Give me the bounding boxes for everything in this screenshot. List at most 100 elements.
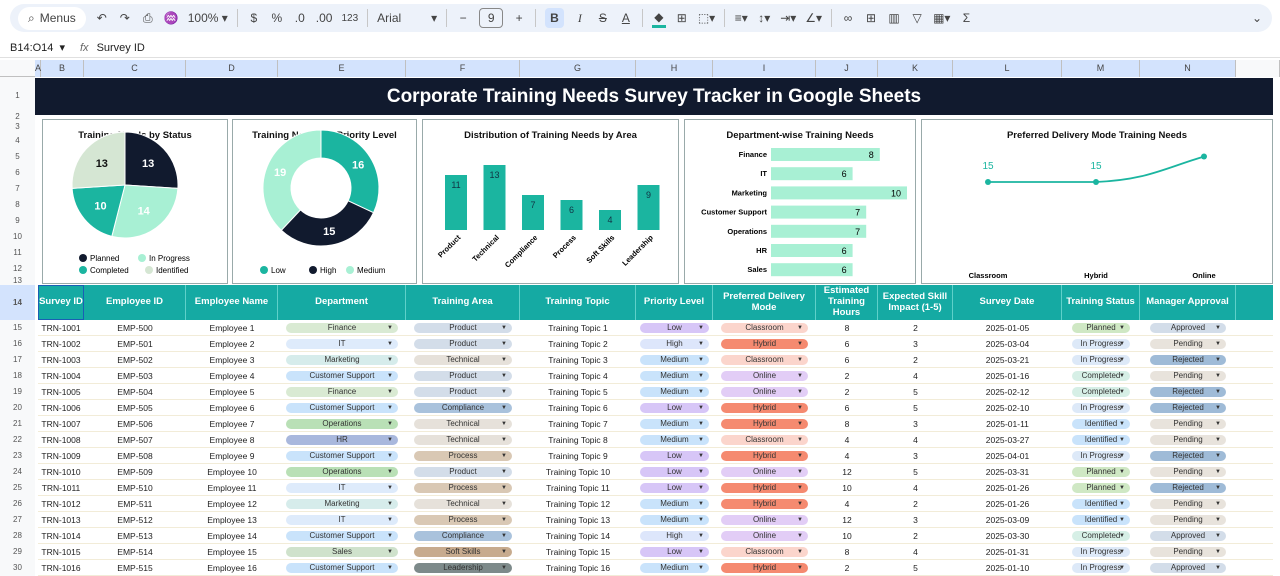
column-heading[interactable]: Employee Name xyxy=(186,285,278,320)
column-header-D[interactable]: D xyxy=(186,60,278,77)
column-heading[interactable]: Department xyxy=(278,285,406,320)
column-header-E[interactable]: E xyxy=(278,60,406,77)
table-cell[interactable]: 2 xyxy=(878,352,953,368)
table-cell[interactable]: EMP-509 xyxy=(84,464,186,480)
table-cell[interactable]: TRN-1012 xyxy=(38,496,84,512)
column-header-F[interactable]: F xyxy=(406,60,520,77)
table-cell[interactable]: EMP-506 xyxy=(84,416,186,432)
table-cell[interactable]: Employee 3 xyxy=(186,352,278,368)
dropdown-chip[interactable]: Marketing ▼ xyxy=(286,355,398,365)
horizontal-align-icon[interactable]: ≡▾ xyxy=(734,8,748,28)
dropdown-chip[interactable]: In Progress ▼ xyxy=(1072,339,1130,349)
table-cell[interactable]: TRN-1003 xyxy=(38,352,84,368)
dropdown-chip[interactable]: Online ▼ xyxy=(721,371,808,381)
filter-icon[interactable]: ▽ xyxy=(910,8,924,28)
column-heading[interactable]: Training Status xyxy=(1062,285,1140,320)
dropdown-chip[interactable]: Planned ▼ xyxy=(1072,467,1130,477)
row-header-15[interactable]: 15 xyxy=(0,320,35,336)
table-cell[interactable]: Training Topic 8 xyxy=(520,432,636,448)
fill-color-icon[interactable]: ◆ xyxy=(651,8,666,28)
chart-icon[interactable]: ▥ xyxy=(887,8,901,28)
table-cell[interactable]: EMP-507 xyxy=(84,432,186,448)
table-cell[interactable]: Employee 15 xyxy=(186,544,278,560)
table-cell[interactable]: EMP-502 xyxy=(84,352,186,368)
table-cell[interactable]: EMP-501 xyxy=(84,336,186,352)
dropdown-chip[interactable]: Technical ▼ xyxy=(414,435,512,445)
undo-icon[interactable]: ↶ xyxy=(95,8,109,28)
dropdown-chip[interactable]: Low ▼ xyxy=(640,323,709,333)
chart-department[interactable]: Department-wise Training Needs 8 Finance 6 I… xyxy=(684,119,916,284)
dropdown-chip[interactable]: High ▼ xyxy=(640,339,709,349)
table-cell[interactable]: Employee 6 xyxy=(186,400,278,416)
dropdown-chip[interactable]: Pending ▼ xyxy=(1150,419,1226,429)
paint-format-icon[interactable]: ♒ xyxy=(164,8,179,28)
table-cell[interactable]: 5 xyxy=(878,384,953,400)
column-header-H[interactable]: H xyxy=(636,60,713,77)
table-cell[interactable]: 2025-01-10 xyxy=(953,560,1062,576)
dropdown-chip[interactable]: Classroom ▼ xyxy=(721,355,808,365)
dropdown-chip[interactable]: Completed ▼ xyxy=(1072,387,1130,397)
italic-button[interactable]: I xyxy=(573,8,587,28)
table-cell[interactable]: Employee 12 xyxy=(186,496,278,512)
dropdown-chip[interactable]: Customer Support ▼ xyxy=(286,451,398,461)
column-header-I[interactable]: I xyxy=(713,60,816,77)
table-cell[interactable]: 2025-03-09 xyxy=(953,512,1062,528)
dropdown-chip[interactable]: Product ▼ xyxy=(414,387,512,397)
dropdown-chip[interactable]: Identified ▼ xyxy=(1072,499,1130,509)
bar[interactable] xyxy=(771,263,853,277)
dropdown-chip[interactable]: Rejected ▼ xyxy=(1150,483,1226,493)
dropdown-chip[interactable]: Pending ▼ xyxy=(1150,339,1226,349)
column-heading[interactable]: Preferred Delivery Mode xyxy=(713,285,816,320)
dropdown-chip[interactable]: Rejected ▼ xyxy=(1150,355,1226,365)
strikethrough-button[interactable]: S xyxy=(596,8,610,28)
row-header-17[interactable]: 17 xyxy=(0,352,35,368)
dropdown-chip[interactable]: Product ▼ xyxy=(414,339,512,349)
table-cell[interactable]: 2 xyxy=(816,368,878,384)
dropdown-chip[interactable]: Low ▼ xyxy=(640,547,709,557)
table-cell[interactable]: 2025-03-30 xyxy=(953,528,1062,544)
table-cell[interactable]: 4 xyxy=(878,480,953,496)
row-header-18[interactable]: 18 xyxy=(0,368,35,384)
table-cell[interactable]: Training Topic 5 xyxy=(520,384,636,400)
zoom-select[interactable]: 100% ▾ xyxy=(188,8,228,28)
column-heading[interactable]: Training Area xyxy=(406,285,520,320)
table-cell[interactable]: 2025-03-04 xyxy=(953,336,1062,352)
table-cell[interactable]: Employee 2 xyxy=(186,336,278,352)
table-cell[interactable]: TRN-1016 xyxy=(38,560,84,576)
table-cell[interactable]: Training Topic 14 xyxy=(520,528,636,544)
dropdown-chip[interactable]: Completed ▼ xyxy=(1072,371,1130,381)
dropdown-chip[interactable]: Pending ▼ xyxy=(1150,467,1226,477)
table-cell[interactable]: 10 xyxy=(816,480,878,496)
dropdown-chip[interactable]: Technical ▼ xyxy=(414,419,512,429)
bar[interactable] xyxy=(771,205,867,219)
table-cell[interactable]: 10 xyxy=(816,528,878,544)
dropdown-chip[interactable]: Approved ▼ xyxy=(1150,323,1226,333)
dropdown-chip[interactable]: Low ▼ xyxy=(640,403,709,413)
dropdown-chip[interactable]: Process ▼ xyxy=(414,515,512,525)
column-heading[interactable]: Survey ID xyxy=(38,285,84,320)
table-cell[interactable]: 12 xyxy=(816,512,878,528)
vertical-align-icon[interactable]: ↕▾ xyxy=(757,8,771,28)
redo-icon[interactable]: ↷ xyxy=(118,8,132,28)
chart-area[interactable]: Distribution of Training Needs by Area 11… xyxy=(422,119,679,284)
row-header-22[interactable]: 22 xyxy=(0,432,35,448)
dropdown-chip[interactable]: Classroom ▼ xyxy=(721,547,808,557)
table-cell[interactable]: Employee 5 xyxy=(186,384,278,400)
search-menus-button[interactable]: ⌕ Menus xyxy=(18,6,86,30)
table-cell[interactable]: 3 xyxy=(878,336,953,352)
table-cell[interactable]: 8 xyxy=(816,416,878,432)
table-cell[interactable]: Employee 7 xyxy=(186,416,278,432)
dropdown-chip[interactable]: Sales ▼ xyxy=(286,547,398,557)
column-header-J[interactable]: J xyxy=(816,60,878,77)
table-cell[interactable]: 6 xyxy=(816,336,878,352)
dropdown-chip[interactable]: Medium ▼ xyxy=(640,515,709,525)
table-cell[interactable]: 2025-02-12 xyxy=(953,384,1062,400)
bold-button[interactable]: B xyxy=(545,8,564,28)
row-header-5[interactable]: 5 xyxy=(0,149,35,165)
table-cell[interactable]: TRN-1015 xyxy=(38,544,84,560)
row-header-1[interactable]: 1 xyxy=(0,77,35,114)
dropdown-chip[interactable]: Identified ▼ xyxy=(1072,515,1130,525)
table-cell[interactable]: Employee 13 xyxy=(186,512,278,528)
row-header-9[interactable]: 9 xyxy=(0,213,35,229)
dropdown-chip[interactable]: Customer Support ▼ xyxy=(286,371,398,381)
